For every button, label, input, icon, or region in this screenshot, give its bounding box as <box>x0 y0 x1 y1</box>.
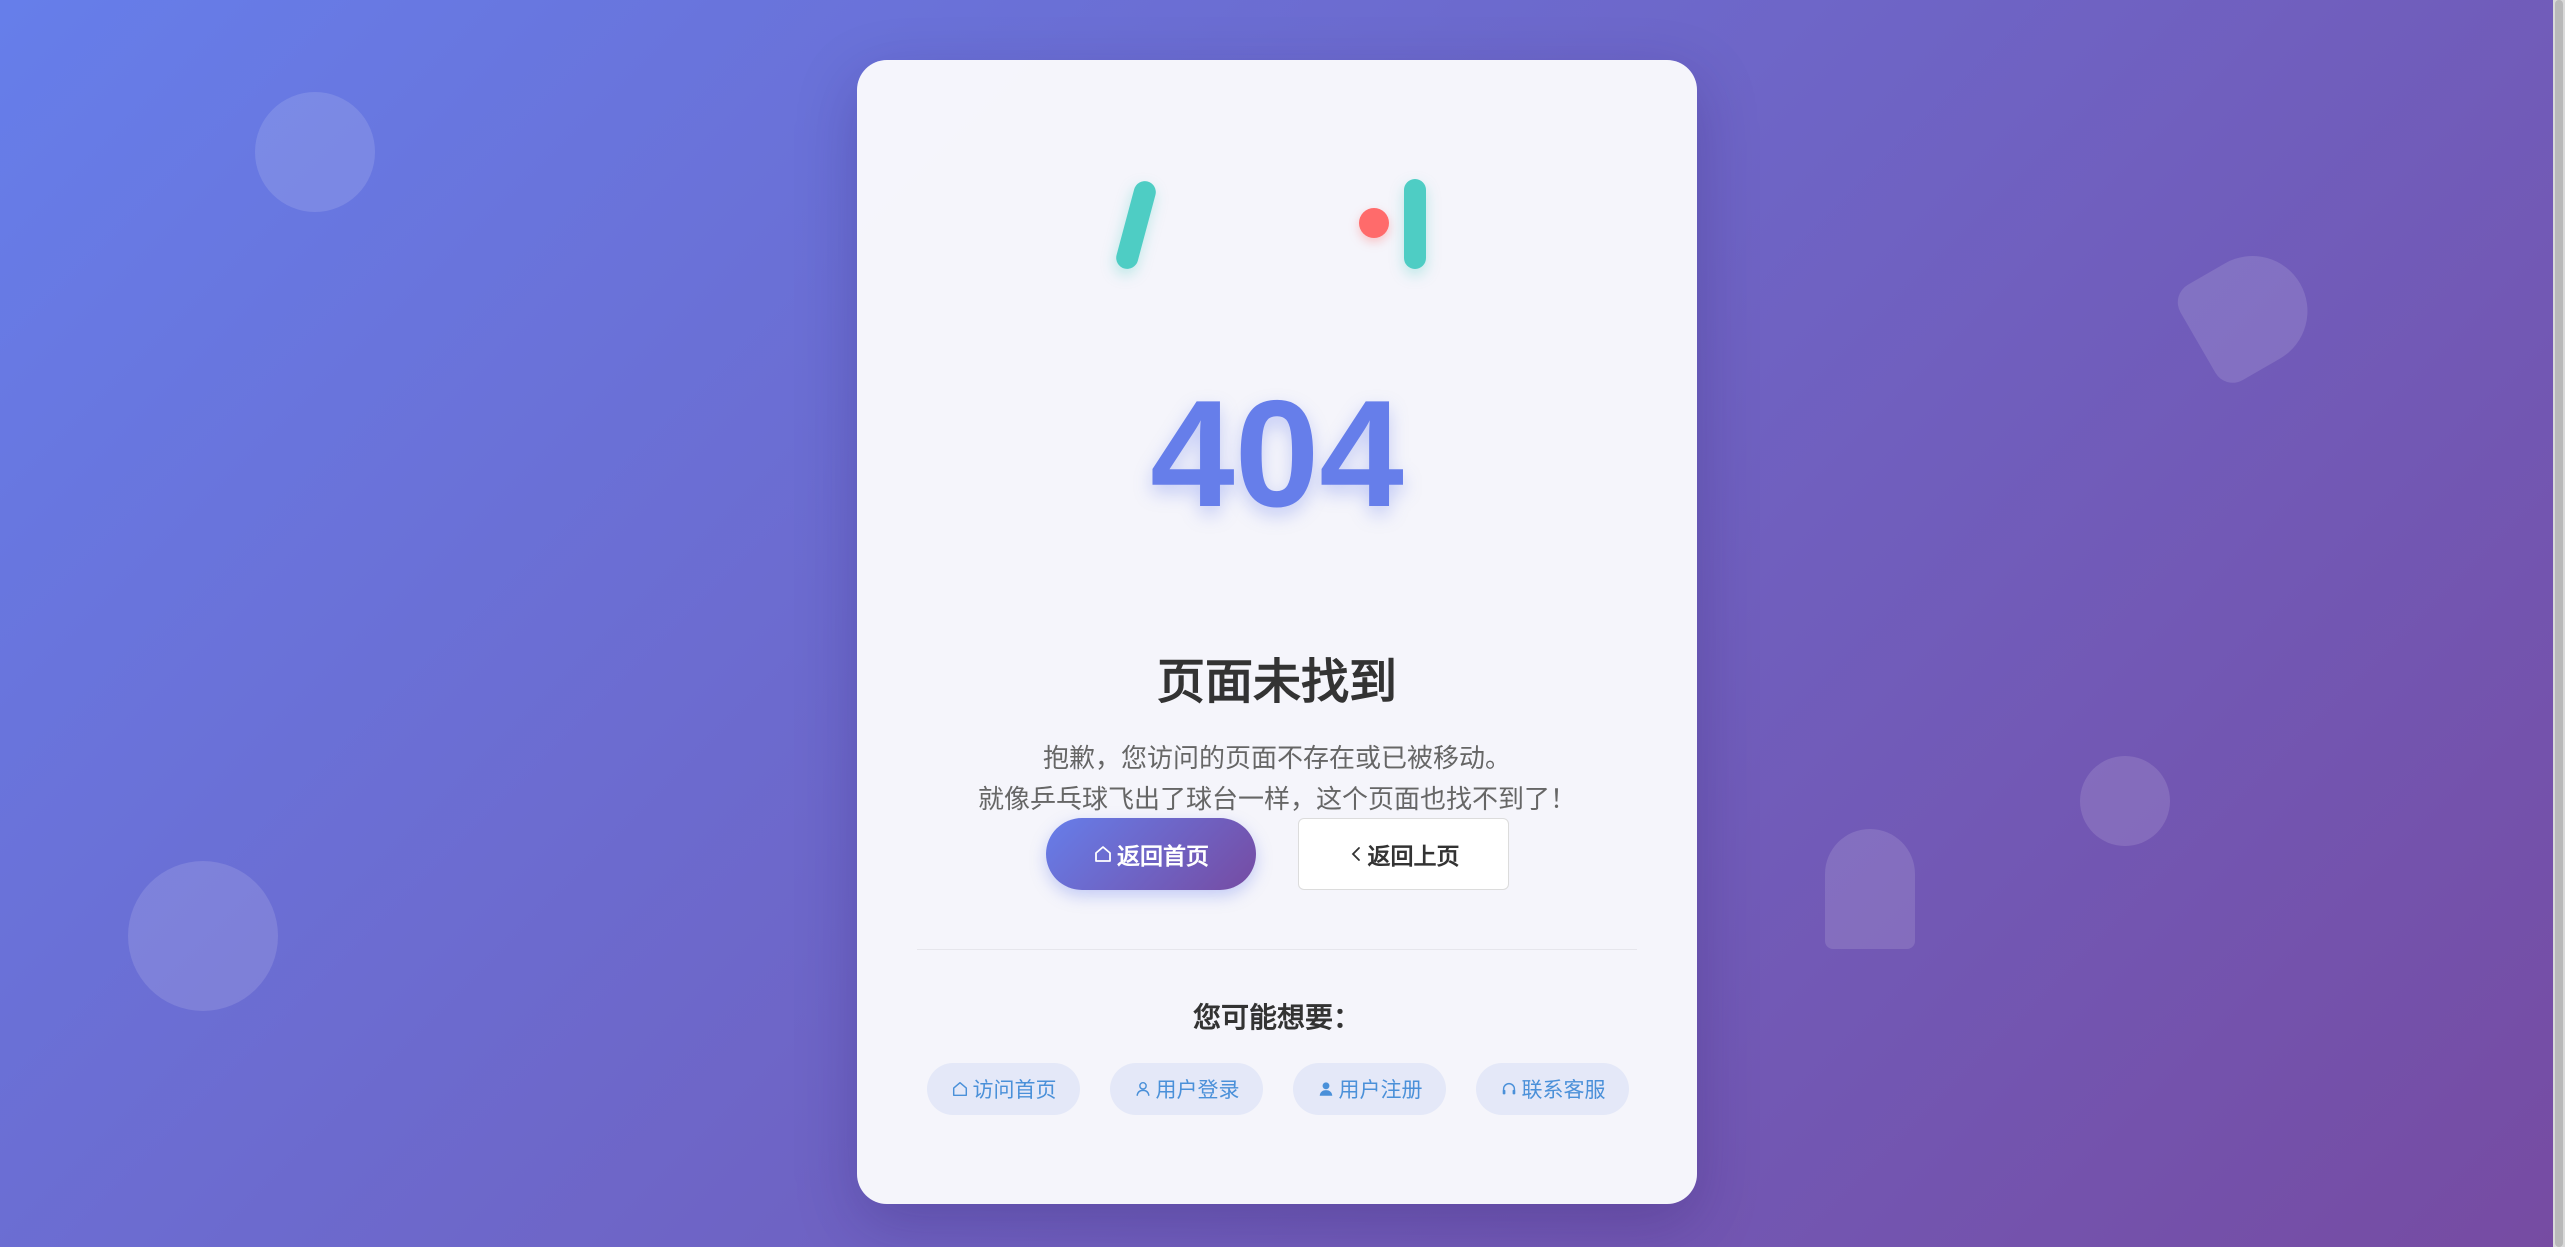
decorative-shape <box>2170 235 2328 391</box>
user-add-icon <box>1317 1080 1335 1098</box>
error-code: 404 <box>1150 369 1404 539</box>
user-login-link[interactable]: 用户登录 <box>1110 1063 1263 1115</box>
go-back-button[interactable]: 返回上页 <box>1298 818 1509 890</box>
link-label: 访问首页 <box>972 1078 1057 1102</box>
link-label: 用户注册 <box>1338 1078 1423 1102</box>
user-register-link[interactable]: 用户注册 <box>1293 1063 1446 1115</box>
decorative-circle <box>2080 756 2170 846</box>
contact-support-link[interactable]: 联系客服 <box>1476 1063 1629 1115</box>
back-to-home-button[interactable]: 返回首页 <box>1046 818 1256 890</box>
divider <box>917 949 1637 950</box>
home-icon <box>1093 844 1113 864</box>
suggestion-links: 访问首页 用户登录 用户注册 联系客服 <box>927 1063 1643 1115</box>
error-title: 页面未找到 <box>1156 654 1397 710</box>
error-description: 就像乒乓球飞出了球台一样，这个页面也找不到了！ <box>977 785 1576 815</box>
suggestions-title: 您可能想要： <box>1192 1001 1361 1034</box>
visit-home-link[interactable]: 访问首页 <box>927 1063 1080 1115</box>
decorative-circle <box>128 861 278 1011</box>
error-card: 404 页面未找到 抱歉，您访问的页面不存在或已被移动。 就像乒乓球飞出了球台一… <box>857 60 1697 1204</box>
left-paddle-icon <box>1113 178 1159 272</box>
chevron-left-icon <box>1348 844 1364 864</box>
error-description: 抱歉，您访问的页面不存在或已被移动。 <box>1042 744 1511 774</box>
go-back-label: 返回上页 <box>1367 844 1460 870</box>
back-to-home-label: 返回首页 <box>1117 844 1209 870</box>
page-background: 404 页面未找到 抱歉，您访问的页面不存在或已被移动。 就像乒乓球飞出了球台一… <box>0 0 2565 1247</box>
home-icon <box>951 1080 969 1098</box>
decorative-circle <box>255 92 375 212</box>
right-paddle-icon <box>1404 179 1426 269</box>
link-label: 联系客服 <box>1521 1078 1606 1102</box>
headset-icon <box>1500 1080 1518 1098</box>
vertical-scrollbar[interactable] <box>2553 0 2565 1247</box>
user-icon <box>1134 1080 1152 1098</box>
ping-pong-ball-icon <box>1359 208 1389 238</box>
scrollbar-thumb[interactable] <box>2555 0 2563 1247</box>
link-label: 用户登录 <box>1155 1078 1240 1102</box>
decorative-shape <box>1825 829 1915 949</box>
